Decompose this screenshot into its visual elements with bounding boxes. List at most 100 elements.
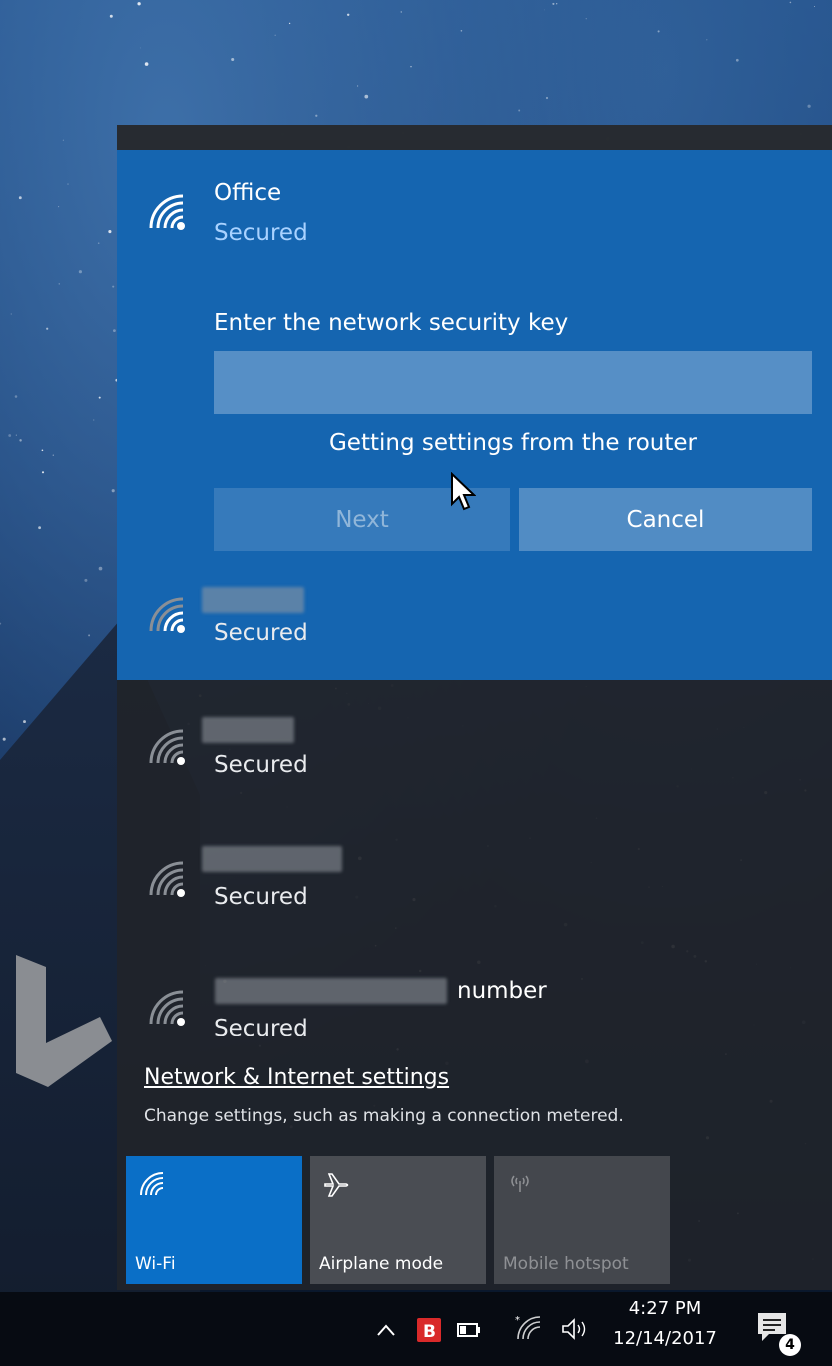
wifi-secured-icon bbox=[149, 194, 185, 230]
star-dot bbox=[8, 434, 12, 437]
wifi-secured-icon bbox=[149, 861, 185, 897]
star-dot bbox=[98, 396, 101, 399]
star-dot bbox=[10, 313, 12, 315]
star-dot bbox=[58, 283, 60, 285]
wifi-secured-icon bbox=[149, 597, 185, 633]
cancel-button[interactable]: Cancel bbox=[519, 488, 812, 551]
wifi-tile-label: Wi-Fi bbox=[135, 1254, 176, 1274]
network-settings-link[interactable]: Network & Internet settings bbox=[144, 1065, 449, 1090]
star-dot bbox=[108, 230, 112, 234]
star-dot bbox=[552, 2, 555, 5]
star-dot bbox=[807, 104, 811, 108]
battery-icon[interactable] bbox=[456, 1322, 482, 1338]
network-status: Secured bbox=[214, 752, 308, 778]
network-list-item[interactable]: number Secured bbox=[117, 966, 832, 1036]
network-status: Secured bbox=[214, 1016, 308, 1036]
connection-progress-text: Getting settings from the router bbox=[328, 430, 698, 456]
hotspot-icon bbox=[511, 1175, 529, 1192]
mouse-cursor-icon bbox=[451, 472, 476, 511]
network-name-redacted bbox=[215, 978, 447, 1004]
wifi-icon[interactable]: * bbox=[515, 1314, 543, 1342]
star-dot bbox=[93, 419, 95, 421]
star-dot bbox=[78, 270, 82, 274]
star-dot bbox=[15, 434, 17, 436]
chevron-up-icon[interactable] bbox=[375, 1322, 397, 1338]
star-dot bbox=[137, 2, 141, 6]
star-dot bbox=[46, 327, 49, 330]
network-list-item[interactable]: Secured bbox=[117, 570, 832, 690]
star-dot bbox=[18, 196, 22, 200]
star-dot bbox=[88, 634, 91, 637]
network-name-redacted bbox=[202, 846, 342, 872]
wifi-secured-icon bbox=[149, 990, 185, 1026]
star-dot bbox=[23, 720, 26, 724]
svg-text:B: B bbox=[423, 1322, 436, 1342]
star-dot bbox=[706, 39, 708, 41]
network-name-suffix: number bbox=[457, 978, 547, 1004]
star-dot bbox=[41, 471, 45, 474]
network-flyout: Office Secured Enter the network securit… bbox=[117, 125, 832, 1290]
star-dot bbox=[274, 34, 276, 36]
star-dot bbox=[315, 114, 318, 117]
star-dot bbox=[814, 6, 815, 8]
star-dot bbox=[357, 85, 359, 87]
network-name-redacted bbox=[202, 587, 304, 613]
star-dot bbox=[38, 526, 41, 530]
star-dot bbox=[2, 737, 6, 741]
star-dot bbox=[112, 285, 115, 288]
star-dot bbox=[111, 489, 115, 493]
star-dot bbox=[41, 449, 44, 452]
wifi-icon bbox=[140, 1172, 164, 1196]
app-b-icon[interactable]: B bbox=[416, 1317, 442, 1343]
star-dot bbox=[52, 454, 54, 456]
svg-text:*: * bbox=[515, 1315, 520, 1326]
star-dot bbox=[544, 9, 545, 11]
wifi-secured-icon bbox=[149, 729, 185, 765]
taskbar-clock-date[interactable]: 12/14/2017 bbox=[605, 1328, 725, 1349]
bing-logo-icon bbox=[16, 955, 112, 1087]
star-dot bbox=[231, 57, 235, 62]
star-dot bbox=[62, 139, 64, 141]
wifi-toggle-tile[interactable]: Wi-Fi bbox=[126, 1156, 302, 1284]
star-dot bbox=[14, 395, 18, 398]
star-dot bbox=[84, 578, 88, 582]
star-dot bbox=[556, 3, 558, 5]
star-dot bbox=[109, 14, 113, 18]
star-dot bbox=[139, 47, 141, 49]
taskbar-clock-time[interactable]: 4:27 PM bbox=[620, 1298, 710, 1319]
network-list-item[interactable]: Secured bbox=[117, 834, 832, 954]
star-dot bbox=[98, 566, 103, 571]
network-status: Secured bbox=[214, 620, 308, 646]
network-settings-description: Change settings, such as making a connec… bbox=[144, 1106, 624, 1126]
star-dot bbox=[460, 29, 463, 32]
star-dot bbox=[67, 183, 69, 185]
star-dot bbox=[0, 622, 2, 625]
notification-count-badge: 4 bbox=[779, 1334, 801, 1356]
network-status: Secured bbox=[214, 220, 308, 246]
airplane-mode-tile[interactable]: Airplane mode bbox=[310, 1156, 486, 1284]
star-dot bbox=[789, 1, 792, 4]
star-dot bbox=[144, 62, 149, 66]
network-name-redacted bbox=[202, 717, 294, 743]
star-dot bbox=[346, 13, 350, 17]
volume-icon[interactable] bbox=[560, 1316, 594, 1342]
star-dot bbox=[113, 329, 116, 332]
star-dot bbox=[97, 242, 100, 244]
star-dot bbox=[364, 94, 369, 99]
star-dot bbox=[545, 96, 549, 100]
network-status: Secured bbox=[214, 884, 308, 910]
star-dot bbox=[400, 11, 402, 13]
star-dot bbox=[657, 30, 660, 33]
star-dot bbox=[518, 109, 521, 112]
star-dot bbox=[585, 18, 587, 20]
mobile-hotspot-tile: Mobile hotspot bbox=[494, 1156, 670, 1284]
network-list-item[interactable]: Secured bbox=[117, 702, 832, 822]
airplane-tile-label: Airplane mode bbox=[319, 1254, 444, 1274]
star-dot bbox=[735, 58, 739, 62]
taskbar: B * 4:27 PM 12/14/2017 4 bbox=[0, 1292, 832, 1366]
security-key-label: Enter the network security key bbox=[214, 310, 569, 336]
star-dot bbox=[58, 206, 60, 208]
star-dot bbox=[288, 22, 291, 25]
security-key-input[interactable] bbox=[214, 351, 812, 414]
star-dot bbox=[410, 65, 412, 68]
